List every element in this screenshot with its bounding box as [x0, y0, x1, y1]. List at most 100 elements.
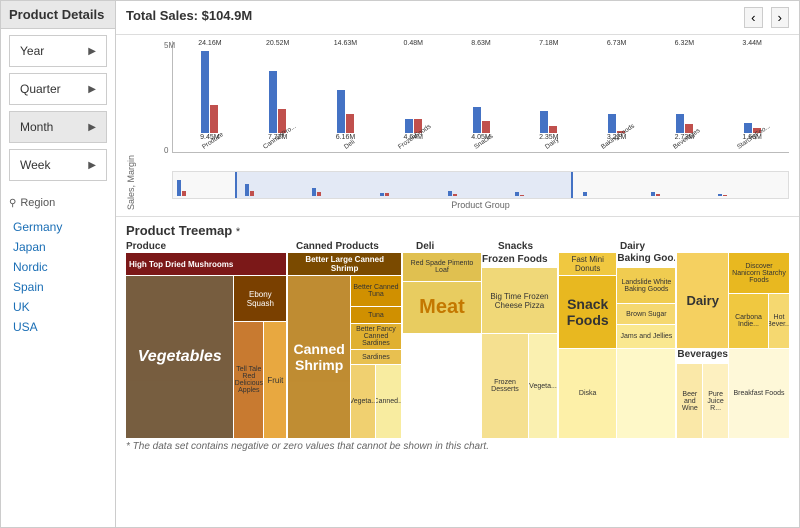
canned-cell-tuna2[interactable]: Tuna: [351, 307, 401, 323]
beverages-cell-beer[interactable]: Beer and Wine: [677, 364, 702, 438]
produce-cell-ebony[interactable]: Ebony Squash: [234, 276, 286, 321]
baking-cell-landslide[interactable]: Landslide White Baking Goods: [617, 268, 675, 303]
y-axis-label: Sales, Margin: [126, 41, 136, 210]
starchy-cell-breakfast[interactable]: Breakfast Foods: [729, 349, 789, 438]
bar-blue: [337, 90, 345, 133]
bar-group: 6.73M 3.22M BakingGoods: [584, 40, 650, 152]
deli-cell-pimento[interactable]: Red Spade Pimento Loaf: [403, 253, 481, 281]
bars-pair: [405, 48, 422, 133]
bar-group: 3.44M 1.66M StarchyFoo...: [719, 40, 785, 152]
region-usa[interactable]: USA: [9, 317, 107, 337]
mini-bar-red: [182, 191, 186, 196]
canned-cell-shrimp-header[interactable]: Better Large Canned Shrimp: [288, 253, 401, 275]
produce-cell-fruit[interactable]: Fruit: [264, 322, 286, 438]
snacks-cell-diska[interactable]: Diska: [559, 349, 616, 438]
mini-bars-inner: [177, 174, 784, 196]
sidebar-item-month[interactable]: Month ▶: [9, 111, 107, 143]
bar-group: 24.16M 9.45M Produce: [177, 40, 243, 152]
baking-cell-jams[interactable]: Jams and Jellies: [617, 325, 675, 348]
frozen-bottom: Frozen Desserts Vegeta...: [403, 334, 557, 438]
bar-group: 14.63M 6.16M Deli: [313, 40, 379, 152]
canned-cell-sardines[interactable]: Better Fancy Canned Sardines: [351, 324, 401, 349]
month-chevron: ▶: [88, 122, 96, 133]
col-header-produce: Produce: [126, 241, 294, 252]
canned-cell-big[interactable]: Canned Shrimp: [288, 276, 350, 438]
deli-cell-meat[interactable]: Meat: [403, 282, 481, 333]
bars-area: 24.16M 9.45M Produce 20.52M 7.72M Canned…: [172, 41, 789, 153]
frozen-column: Frozen Foods Big Time Frozen Cheese Pizz…: [482, 253, 557, 333]
mini-bar-group: [583, 192, 649, 196]
snacks-top: Fast Mini Donuts Snack Foods Baking Goo.…: [559, 253, 675, 348]
bar-blue: [608, 114, 616, 133]
bar-group: 0.48M 4.64M FrozenFoods: [380, 40, 446, 152]
mini-bar-group: [380, 193, 446, 196]
quarter-label: Quarter: [20, 82, 61, 96]
bar-blue: [540, 111, 548, 133]
bars-pair: [337, 48, 354, 133]
starchy-bottom: Breakfast Foods: [729, 349, 789, 438]
frozen-bottom-cells: Frozen Desserts Vegeta...: [482, 334, 557, 438]
starchy-cell-carbona[interactable]: Carbona Indie...: [729, 294, 768, 348]
region-nordic[interactable]: Nordic: [9, 257, 107, 277]
prev-button[interactable]: ‹: [744, 7, 762, 28]
bar-blue: [405, 119, 413, 133]
produce-bottom-row: Tell Tale Red Delicious Apples Fruit: [234, 322, 286, 438]
starchy-cell-hot[interactable]: Hot Bever...: [769, 294, 789, 348]
canned-cell-sardines2[interactable]: Sardines: [351, 350, 401, 364]
page-header: Total Sales: $104.9M ‹ ›: [116, 1, 799, 35]
mini-bar-group: [177, 180, 243, 196]
dairy-cell-main[interactable]: Dairy: [677, 253, 728, 348]
region-spain[interactable]: Spain: [9, 277, 107, 297]
sidebar: Product Details Year ▶ Quarter ▶ Month ▶…: [1, 1, 116, 527]
treemap-headers: Produce Canned Products Deli Snacks Dair…: [126, 241, 789, 252]
mini-bar-group: [312, 188, 378, 196]
frozen-cell-pizza[interactable]: Big Time Frozen Cheese Pizza: [482, 268, 557, 333]
beverages-col: Beverages Beer and Wine Pure Juice R...: [677, 349, 728, 438]
produce-main-area: Vegetables Ebony Squash Tell Tale Red De…: [126, 276, 286, 438]
region-germany[interactable]: Germany: [9, 217, 107, 237]
next-button[interactable]: ›: [771, 7, 789, 28]
region-uk[interactable]: UK: [9, 297, 107, 317]
beverages-cell-juice[interactable]: Pure Juice R...: [703, 364, 728, 438]
deli-row: Red Spade Pimento Loaf Meat Frozen Foods…: [403, 253, 557, 333]
col-header-deli: Deli: [416, 241, 494, 252]
starchy-row2: Carbona Indie... Hot Bever...: [729, 294, 789, 348]
sidebar-item-quarter[interactable]: Quarter ▶: [9, 73, 107, 105]
baking-cell-sugar[interactable]: Brown Sugar: [617, 304, 675, 324]
beverages-header: Beverages: [677, 349, 728, 363]
mini-bar-red: [520, 195, 524, 196]
canned-cell-canned[interactable]: Canned...: [376, 365, 401, 438]
frozen-header: Frozen Foods: [482, 253, 557, 267]
sidebar-item-year[interactable]: Year ▶: [9, 35, 107, 67]
mini-bar-blue: [515, 192, 519, 196]
mini-bar-blue: [380, 193, 384, 196]
snacks-bottom-inner: Diska: [559, 349, 616, 438]
region-japan[interactable]: Japan: [9, 237, 107, 257]
bars-inner: 24.16M 9.45M Produce 20.52M 7.72M Canned…: [177, 41, 785, 152]
snacks-column: Fast Mini Donuts Snack Foods Baking Goo.…: [559, 253, 675, 438]
sidebar-item-week[interactable]: Week ▶: [9, 149, 107, 181]
mini-bar-blue: [651, 192, 655, 196]
produce-cell-mushrooms[interactable]: High Top Dried Mushrooms: [126, 253, 286, 275]
header-nav: ‹ ›: [744, 7, 789, 28]
snacks-cell-snackfoods[interactable]: Snack Foods: [559, 276, 616, 348]
frozen-cell-desserts[interactable]: Frozen Desserts: [482, 334, 528, 438]
canned-cell-tuna[interactable]: Better Canned Tuna: [351, 276, 401, 306]
produce-cell-vegetables[interactable]: Vegetables: [126, 276, 233, 438]
baking-cell-extra[interactable]: [617, 349, 675, 438]
bars-pair: [201, 48, 218, 133]
bar-blue: [269, 71, 277, 133]
mini-chart[interactable]: [172, 171, 789, 199]
canned-cell-vegeta[interactable]: Vegeta...: [351, 365, 376, 438]
starchy-cell-nanicorn[interactable]: Discover Nanicorn Starchy Foods: [729, 253, 789, 293]
beverages-cells: Beer and Wine Pure Juice R...: [677, 364, 728, 438]
baking-column: Baking Goo... Landslide White Baking Goo…: [617, 253, 675, 348]
baking-bottom: [617, 349, 675, 438]
frozen-cell-vegeta[interactable]: Vegeta...: [529, 334, 557, 438]
snacks-cell-donuts[interactable]: Fast Mini Donuts: [559, 253, 616, 275]
month-label: Month: [20, 120, 53, 134]
app-title: Product Details: [1, 1, 115, 29]
mini-bar-red: [317, 192, 321, 196]
produce-cell-apples[interactable]: Tell Tale Red Delicious Apples: [234, 322, 263, 438]
bar-group: 8.63M 4.05M Snacks: [448, 40, 514, 152]
